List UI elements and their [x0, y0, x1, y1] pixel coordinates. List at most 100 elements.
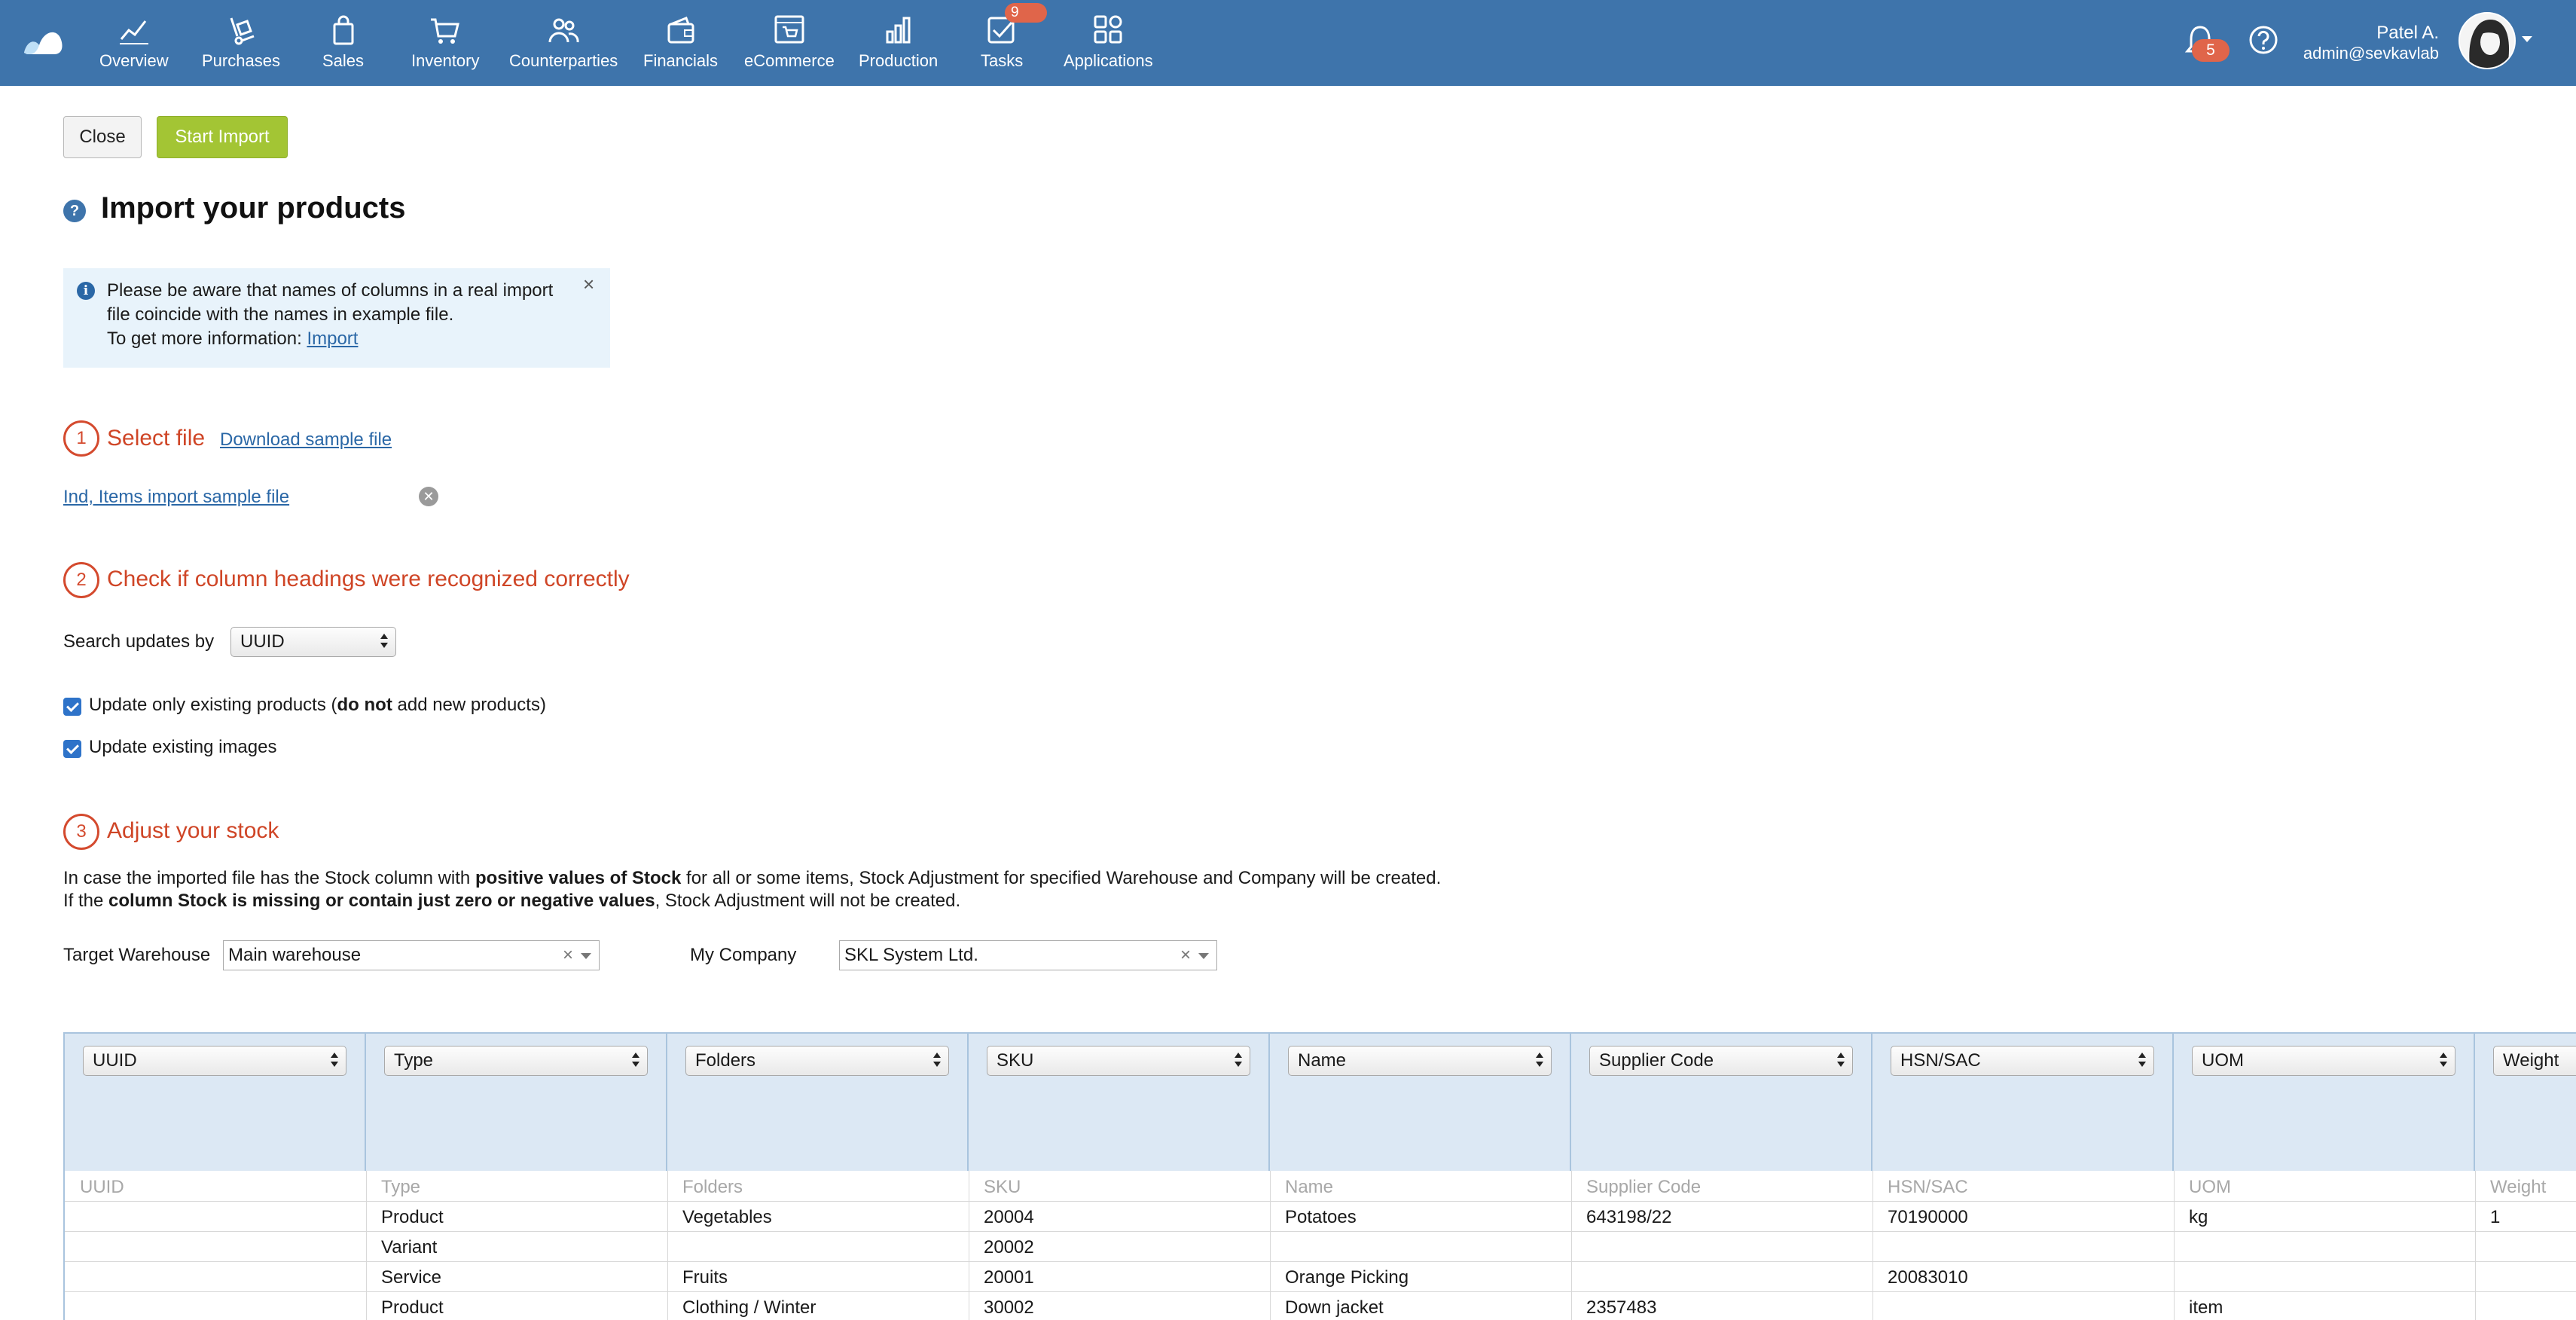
mapping-column-header: Name	[1270, 1034, 1571, 1171]
info-line-prefix: To get more information:	[107, 328, 307, 349]
column-mapping-select[interactable]: Type	[384, 1046, 648, 1076]
avatar[interactable]	[2458, 12, 2516, 69]
select-arrows-icon	[2440, 1053, 2447, 1069]
update-images-checkbox[interactable]	[63, 740, 81, 758]
help-icon[interactable]	[2248, 24, 2279, 56]
select-arrows-icon	[2138, 1053, 2146, 1069]
search-updates-select[interactable]: UUID	[230, 627, 396, 657]
search-updates-label: Search updates by	[63, 631, 215, 652]
nav-label: Tasks	[981, 51, 1024, 70]
nav-label: Inventory	[411, 51, 480, 70]
table-cell: Down jacket	[1285, 1297, 1384, 1318]
column-mapping-select[interactable]: Weight	[2493, 1046, 2576, 1076]
step-title: Check if column headings were recognized…	[107, 567, 630, 591]
target-warehouse-select[interactable]: Main warehouse ×	[223, 940, 600, 970]
user-email[interactable]: admin@sevkavlab	[2303, 44, 2439, 63]
nav-production[interactable]: Production	[859, 14, 938, 74]
close-icon[interactable]: ×	[583, 273, 594, 296]
info-line: To get more information: Import	[107, 327, 574, 351]
avatar-image	[2460, 14, 2514, 68]
table-cell: item	[2189, 1297, 2223, 1318]
top-navbar: Overview Purchases Sales Inventory Count…	[0, 0, 2576, 86]
combo-value: Main warehouse	[228, 945, 362, 965]
mapping-column-header: HSN/SAC	[1872, 1034, 2174, 1171]
column-mapping-select[interactable]: Supplier Code	[1589, 1046, 1853, 1076]
start-import-button[interactable]: Start Import	[157, 116, 288, 158]
select-value: UOM	[2202, 1050, 2244, 1071]
checkbox-label-bold: do not	[337, 695, 392, 715]
import-help-link[interactable]: Import	[307, 328, 358, 349]
select-arrows-icon	[933, 1053, 941, 1069]
table-cell: 20083010	[1888, 1267, 1968, 1288]
nav-counterparties[interactable]: Counterparties	[509, 14, 618, 74]
text-bold: column Stock is missing or contain just …	[108, 891, 655, 911]
nav-inventory[interactable]: Inventory	[411, 14, 480, 74]
select-arrows-icon	[380, 634, 388, 650]
selected-file-link[interactable]: Ind, Items import sample file	[63, 487, 289, 508]
user-name[interactable]: Patel A.	[2376, 23, 2439, 44]
select-arrows-icon	[331, 1053, 338, 1069]
hand-truck-icon	[230, 17, 255, 45]
notifications-badge: 5	[2192, 39, 2230, 62]
table-cell: Service	[381, 1267, 442, 1288]
text-bold: positive values of Stock	[475, 868, 682, 888]
step-number: 1	[63, 420, 99, 457]
chevron-down-icon[interactable]	[2522, 36, 2532, 42]
logo-icon[interactable]	[21, 23, 65, 59]
column-mapping-select[interactable]: UOM	[2192, 1046, 2455, 1076]
select-value: UUID	[93, 1050, 137, 1071]
clear-icon[interactable]: ×	[1180, 941, 1191, 970]
select-arrows-icon	[632, 1053, 639, 1069]
nav-sales[interactable]: Sales	[322, 14, 364, 74]
help-circle-icon[interactable]: ?	[63, 200, 86, 222]
checkbox-label: Update existing images	[89, 737, 277, 757]
nav-label: Overview	[99, 51, 169, 70]
column-placeholder: SKU	[984, 1177, 1021, 1197]
chevron-down-icon[interactable]	[1198, 953, 1209, 959]
column-mapping-select[interactable]: Folders	[685, 1046, 949, 1076]
page-title: Import your products	[101, 191, 406, 225]
nav-applications[interactable]: Applications	[1064, 14, 1153, 74]
column-divider	[366, 1171, 367, 1320]
nav-ecommerce[interactable]: eCommerce	[744, 14, 835, 74]
column-mapping-select[interactable]: SKU	[987, 1046, 1250, 1076]
text-part: If the	[63, 891, 109, 911]
column-placeholder: Weight	[2490, 1177, 2547, 1197]
chevron-down-icon[interactable]	[581, 953, 591, 959]
table-cell: Product	[381, 1207, 444, 1227]
update-existing-only-checkbox[interactable]	[63, 698, 81, 716]
target-warehouse-label: Target Warehouse	[63, 945, 211, 965]
table-cell: 1	[2490, 1207, 2501, 1227]
select-arrows-icon	[1536, 1053, 1543, 1069]
column-placeholder: UOM	[2189, 1177, 2231, 1197]
table-cell: Clothing / Winter	[682, 1297, 816, 1318]
column-mapping-select[interactable]: HSN/SAC	[1891, 1046, 2154, 1076]
step-number: 2	[63, 562, 99, 598]
column-divider	[2174, 1171, 2175, 1320]
combo-value: SKL System Ltd.	[844, 945, 978, 965]
step-title: Adjust your stock	[107, 818, 279, 843]
clear-file-icon[interactable]: ✕	[419, 487, 438, 506]
table-cell: kg	[2189, 1207, 2208, 1227]
clear-icon[interactable]: ×	[563, 941, 573, 970]
step-title: Select file	[107, 426, 206, 451]
nav-overview[interactable]: Overview	[99, 14, 169, 74]
column-mapping-select[interactable]: UUID	[83, 1046, 346, 1076]
column-divider	[1872, 1171, 1873, 1320]
nav-purchases[interactable]: Purchases	[202, 14, 280, 74]
stock-explanation-line: In case the imported file has the Stock …	[63, 868, 1441, 889]
download-sample-link[interactable]: Download sample file	[220, 429, 392, 451]
table-cell: 643198/22	[1586, 1207, 1672, 1227]
people-icon	[548, 18, 579, 43]
select-value: HSN/SAC	[1900, 1050, 1981, 1071]
select-value: SKU	[997, 1050, 1034, 1071]
nav-financials[interactable]: Financials	[643, 14, 718, 74]
select-value: Weight	[2503, 1050, 2559, 1071]
my-company-select[interactable]: SKL System Ltd. ×	[839, 940, 1217, 970]
row-divider	[65, 1201, 2576, 1202]
factory-chart-icon	[886, 17, 911, 44]
nav-tasks[interactable]: Tasks	[981, 14, 1023, 74]
column-mapping-select[interactable]: Name	[1288, 1046, 1552, 1076]
storefront-icon	[774, 15, 804, 44]
close-button[interactable]: Close	[63, 116, 142, 158]
